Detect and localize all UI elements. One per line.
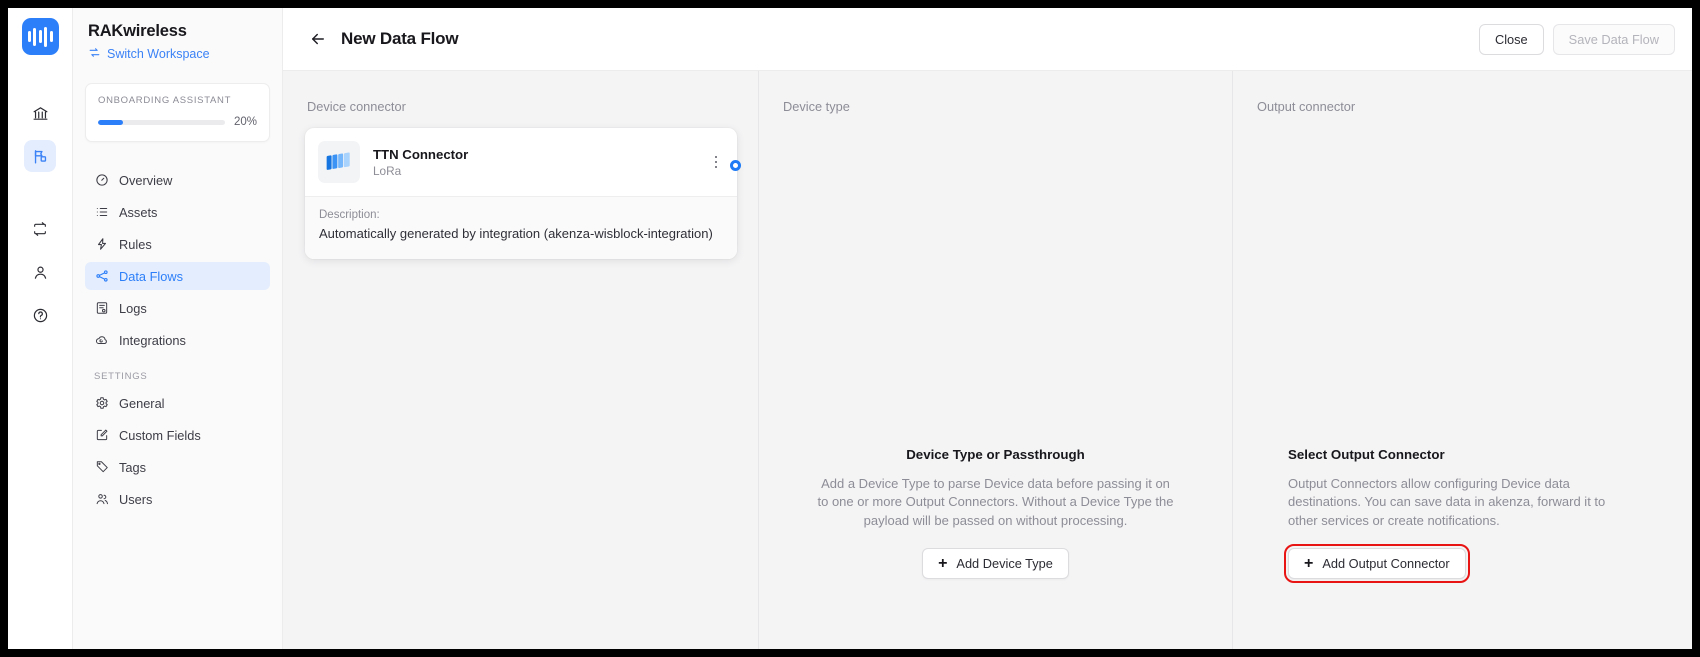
device-connector-column-label: Device connector bbox=[307, 99, 406, 114]
sidebar-item-label: Integrations bbox=[119, 332, 186, 348]
connector-output-anchor[interactable] bbox=[730, 160, 741, 171]
plus-icon: + bbox=[938, 554, 948, 572]
sidebar-item-tags[interactable]: Tags bbox=[85, 453, 270, 481]
sidebar-item-integrations[interactable]: Integrations bbox=[85, 326, 270, 354]
gauge-icon bbox=[94, 173, 109, 188]
add-device-type-label: Add Device Type bbox=[956, 556, 1053, 571]
gear-icon bbox=[94, 396, 109, 411]
sidebar-item-label: Logs bbox=[119, 300, 147, 316]
sidebar-item-label: Data Flows bbox=[119, 268, 184, 284]
switch-workspace-link[interactable]: Switch Workspace bbox=[85, 46, 270, 62]
logs-icon bbox=[94, 301, 109, 316]
device-connector-card-body: Description: Automatically generated by … bbox=[305, 196, 737, 259]
sidebar-item-label: Assets bbox=[119, 204, 158, 220]
output-connector-column-label: Output connector bbox=[1257, 99, 1356, 114]
output-connector-text: Output Connectors allow configuring Devi… bbox=[1288, 475, 1606, 528]
sidebar-nav: Overview Assets Rules Data Flows Logs In… bbox=[85, 166, 270, 513]
add-output-connector-label: Add Output Connector bbox=[1322, 556, 1450, 571]
description-label: Description: bbox=[319, 209, 380, 221]
flag-icon[interactable] bbox=[24, 140, 56, 172]
edit-box-icon bbox=[94, 428, 109, 443]
device-connector-card-text: TTN Connector LoRa bbox=[373, 147, 707, 178]
help-icon[interactable] bbox=[24, 299, 56, 331]
device-connector-subtitle: LoRa bbox=[373, 163, 402, 178]
device-connector-card-header: TTN Connector LoRa bbox=[305, 128, 737, 196]
onboarding-progress-row: 20% bbox=[98, 116, 257, 128]
add-device-type-button[interactable]: + Add Device Type bbox=[922, 548, 1069, 579]
ttn-connector-icon bbox=[318, 141, 360, 183]
sidebar-item-logs[interactable]: Logs bbox=[85, 294, 270, 322]
kebab-menu-icon[interactable] bbox=[707, 150, 725, 175]
sidebar-item-general[interactable]: General bbox=[85, 389, 270, 417]
output-connector-column: Output connector Select Output Connector… bbox=[1232, 71, 1692, 649]
icon-rail bbox=[8, 8, 73, 649]
sidebar-section-settings: SETTINGS bbox=[94, 371, 148, 382]
page-title: New Data Flow bbox=[341, 29, 459, 48]
close-button[interactable]: Close bbox=[1478, 23, 1544, 55]
device-type-column: Device type Device Type or Passthrough A… bbox=[758, 71, 1232, 649]
plus-icon: + bbox=[1304, 554, 1314, 572]
main-area: New Data Flow Close Save Data Flow Devic… bbox=[283, 8, 1692, 649]
arrow-left-icon[interactable] bbox=[305, 26, 331, 52]
sidebar-item-label: Rules bbox=[119, 236, 152, 252]
cloud-icon bbox=[94, 333, 109, 348]
switch-icon bbox=[88, 46, 101, 62]
data-flow-canvas: Device connector TTN Connector LoRa Desc… bbox=[283, 71, 1692, 649]
share-icon bbox=[94, 269, 109, 284]
list-icon bbox=[94, 205, 109, 220]
device-type-column-label: Device type bbox=[783, 99, 850, 114]
sidebar-item-users[interactable]: Users bbox=[85, 485, 270, 513]
description-value: Automatically generated by integration (… bbox=[319, 226, 713, 241]
onboarding-label: ONBOARDING ASSISTANT bbox=[98, 95, 232, 106]
bank-icon[interactable] bbox=[24, 97, 56, 129]
page-header: New Data Flow Close Save Data Flow bbox=[283, 8, 1692, 71]
sidebar-item-label: Tags bbox=[119, 459, 147, 475]
bolt-icon bbox=[94, 237, 109, 252]
repeat-icon[interactable] bbox=[24, 213, 56, 245]
save-data-flow-button[interactable]: Save Data Flow bbox=[1552, 23, 1675, 55]
device-connector-card[interactable]: TTN Connector LoRa Description: Automati… bbox=[305, 128, 737, 259]
device-connector-title: TTN Connector bbox=[373, 146, 469, 162]
device-connector-column: Device connector TTN Connector LoRa Desc… bbox=[283, 71, 758, 649]
sidebar-item-rules[interactable]: Rules bbox=[85, 230, 270, 258]
sidebar: RAKwireless Switch Workspace ONBOARDING … bbox=[73, 8, 283, 649]
sidebar-item-overview[interactable]: Overview bbox=[85, 166, 270, 194]
tag-icon bbox=[94, 460, 109, 475]
onboarding-percent: 20% bbox=[233, 116, 257, 128]
device-type-text: Add a Device Type to parse Device data b… bbox=[817, 475, 1174, 528]
onboarding-assistant-card[interactable]: ONBOARDING ASSISTANT 20% bbox=[85, 83, 270, 142]
sidebar-item-label: Custom Fields bbox=[119, 427, 201, 443]
device-type-title: Device Type or Passthrough bbox=[906, 446, 1085, 462]
sidebar-item-assets[interactable]: Assets bbox=[85, 198, 270, 226]
workspace-name: RAKwireless bbox=[88, 22, 187, 40]
sidebar-item-data-flows[interactable]: Data Flows bbox=[85, 262, 270, 290]
switch-workspace-label: Switch Workspace bbox=[107, 47, 210, 61]
onboarding-progress-bar bbox=[98, 119, 225, 125]
device-type-placeholder: Device Type or Passthrough Add a Device … bbox=[759, 447, 1232, 579]
user-icon[interactable] bbox=[24, 256, 56, 288]
sidebar-item-label: General bbox=[119, 395, 165, 411]
app-window: RAKwireless Switch Workspace ONBOARDING … bbox=[8, 8, 1692, 649]
users-icon bbox=[94, 492, 109, 507]
sidebar-item-label: Users bbox=[119, 491, 153, 507]
add-output-connector-button[interactable]: + Add Output Connector bbox=[1284, 544, 1470, 583]
sidebar-item-label: Overview bbox=[119, 172, 173, 188]
output-connector-title: Select Output Connector bbox=[1288, 446, 1445, 462]
akenza-logo[interactable] bbox=[21, 18, 59, 55]
output-connector-placeholder: Select Output Connector Output Connector… bbox=[1233, 446, 1692, 583]
sidebar-item-custom-fields[interactable]: Custom Fields bbox=[85, 421, 270, 449]
